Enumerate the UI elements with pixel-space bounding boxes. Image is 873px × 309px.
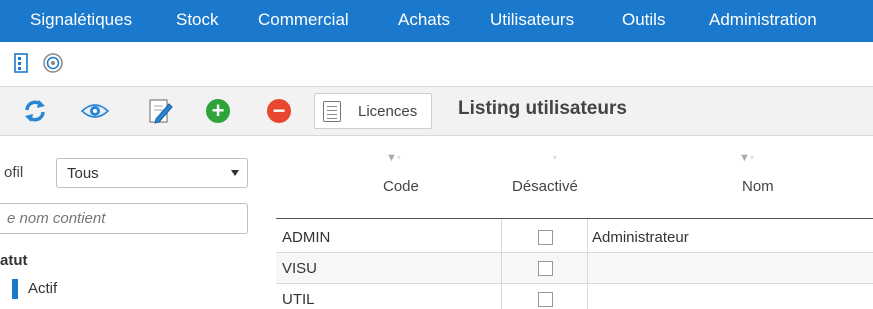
- statut-actif-indicator[interactable]: [12, 279, 18, 299]
- statut-label: atut: [0, 252, 28, 269]
- profil-select[interactable]: Tous: [56, 158, 248, 188]
- column-divider: [587, 219, 588, 309]
- cell-nom: Administrateur: [592, 229, 689, 246]
- remove-button[interactable]: −: [264, 96, 294, 126]
- eye-icon[interactable]: [80, 96, 110, 126]
- menu-stock[interactable]: Stock: [176, 10, 219, 30]
- name-filter-input[interactable]: [0, 204, 247, 233]
- document-icon: [323, 101, 341, 122]
- desactive-checkbox[interactable]: [538, 230, 553, 245]
- add-button[interactable]: +: [203, 96, 233, 126]
- profil-label: ofil: [4, 164, 24, 181]
- column-header-nom[interactable]: Nom: [742, 178, 774, 195]
- refresh-icon[interactable]: [20, 96, 50, 126]
- desactive-checkbox[interactable]: [538, 292, 553, 307]
- column-header-desactive[interactable]: Désactivé: [512, 178, 578, 195]
- cell-code: UTIL: [282, 291, 315, 308]
- top-menu-bar: Signalétiques Stock Commercial Achats Ut…: [0, 0, 873, 42]
- menu-outils[interactable]: Outils: [622, 10, 665, 30]
- edit-icon[interactable]: [145, 96, 175, 126]
- column-header-code[interactable]: Code: [383, 178, 419, 195]
- desactive-sort-icon[interactable]: ◦: [553, 152, 557, 164]
- toolbar: + − Licences Listing utilisateurs: [0, 86, 873, 136]
- plus-icon: +: [206, 99, 230, 123]
- desactive-checkbox[interactable]: [538, 261, 553, 276]
- minus-icon: −: [267, 99, 291, 123]
- menu-achats[interactable]: Achats: [398, 10, 450, 30]
- name-filter-field[interactable]: [0, 203, 248, 234]
- statut-actif-option[interactable]: Actif: [28, 280, 57, 297]
- code-filter-icon[interactable]: ▼◦: [386, 152, 401, 164]
- menu-commercial[interactable]: Commercial: [258, 10, 349, 30]
- page-title: Listing utilisateurs: [458, 98, 627, 119]
- menu-administration[interactable]: Administration: [709, 10, 817, 30]
- menu-signaletiques[interactable]: Signalétiques: [30, 10, 132, 30]
- licences-label: Licences: [358, 103, 418, 120]
- nom-filter-icon[interactable]: ▼◦: [739, 152, 754, 164]
- table-row[interactable]: UTIL: [276, 284, 873, 309]
- column-divider: [501, 219, 502, 309]
- licences-button[interactable]: Licences: [314, 93, 432, 129]
- secondary-strip: [0, 42, 873, 86]
- table-row[interactable]: ADMIN Administrateur: [276, 222, 873, 253]
- cell-code: VISU: [282, 260, 318, 277]
- chevron-down-icon: [231, 170, 239, 176]
- globe-icon[interactable]: [42, 52, 64, 74]
- cell-code: ADMIN: [282, 229, 331, 246]
- table-header-divider: [276, 218, 873, 219]
- grid-icon[interactable]: [10, 52, 32, 74]
- menu-utilisateurs[interactable]: Utilisateurs: [490, 10, 574, 30]
- table-row[interactable]: VISU: [276, 253, 873, 284]
- profil-select-value: Tous: [67, 165, 99, 182]
